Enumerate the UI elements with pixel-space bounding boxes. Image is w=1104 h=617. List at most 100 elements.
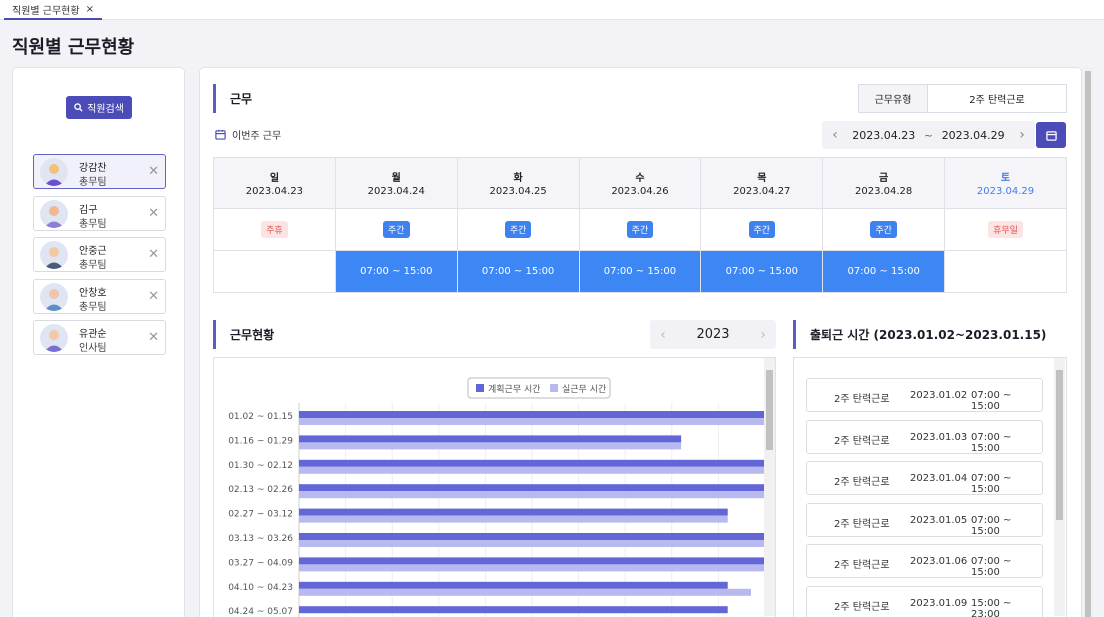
status-badge: 주휴: [261, 221, 288, 238]
day-time-cell[interactable]: 07:00 ~ 15:00: [822, 250, 946, 293]
chevron-right-icon[interactable]: ›: [750, 327, 776, 343]
commute-type: 2주 탄력근로: [834, 477, 890, 489]
day-name: 화: [513, 173, 523, 184]
day-time-cell[interactable]: [213, 250, 336, 293]
status-badge: 휴무일: [988, 221, 1023, 238]
commute-scrollbar[interactable]: [1054, 358, 1065, 616]
day-date: 2023.04.27: [733, 186, 791, 197]
day-tag-cell: 주간: [456, 208, 580, 251]
year-value: 2023: [696, 327, 730, 342]
commute-time: 07:00 ~ 15:00: [971, 514, 1012, 537]
employee-item[interactable]: 김구총무팀 ✕: [33, 195, 166, 231]
day-time-cell[interactable]: 07:00 ~ 15:00: [456, 250, 580, 293]
commute-type: 2주 탄력근로: [834, 602, 890, 613]
avatar: [40, 241, 68, 269]
status-badge: 주간: [626, 221, 654, 238]
legend-swatch: [550, 384, 558, 392]
bar-planned: [299, 459, 765, 467]
close-icon[interactable]: ✕: [148, 164, 159, 179]
commute-row[interactable]: 2주 탄력근로 2023.01.06 07:00 ~ 15:00: [806, 544, 1043, 579]
status-badge: 주간: [382, 221, 410, 238]
search-button-label: 직원검색: [87, 104, 124, 115]
employee-team: 총무팀: [79, 301, 107, 313]
employee-name: 김구: [79, 204, 98, 216]
day-tag-cell: 주휴: [213, 208, 336, 251]
commute-row[interactable]: 2주 탄력근로 2023.01.02 07:00 ~ 15:00: [806, 378, 1043, 412]
bar-actual: [299, 466, 765, 474]
tab-label: 직원별 근무현황: [12, 5, 80, 17]
close-icon[interactable]: ✕: [148, 206, 159, 221]
close-icon[interactable]: ✕: [148, 330, 159, 345]
chevron-left-icon[interactable]: ‹: [822, 127, 848, 143]
day-time-cell[interactable]: 07:00 ~ 15:00: [578, 250, 702, 293]
employee-item[interactable]: 유관순 인사팀 ✕: [33, 320, 166, 355]
bar-actual: [299, 418, 765, 425]
employee-name: 강감찬: [79, 163, 107, 174]
employee-team: 총무팀: [79, 177, 107, 188]
commute-row[interactable]: 2주 탄력근로 2023.01.04 07:00 ~ 15:00: [806, 461, 1043, 496]
commute-row[interactable]: 2주 탄력근로 2023.01.09 15:00 ~ 23:00: [806, 586, 1043, 617]
day-tag-cell: 휴무일: [944, 208, 1067, 251]
employee-item[interactable]: 강감찬총무팀 ✕: [33, 154, 166, 189]
bar-planned: [299, 533, 765, 540]
day-header: 토 2023.04.29: [944, 157, 1067, 209]
commute-row[interactable]: 2주 탄력근로 2023.01.03 07:00 ~ 15:00: [806, 419, 1043, 454]
day-header: 수 2023.04.26: [578, 157, 702, 209]
category-label: 01.16 ~ 01.29: [228, 436, 293, 446]
calendar-icon: [1045, 130, 1057, 141]
close-icon[interactable]: ×: [86, 4, 94, 15]
bar-planned: [299, 508, 728, 516]
day-name: 수: [635, 173, 645, 184]
bar-planned: [299, 411, 765, 418]
week-date-nav: ‹ 2023.04.23 ~ 2023.04.29 ›: [822, 121, 1035, 149]
employee-search-button[interactable]: 직원검색: [66, 96, 132, 119]
search-icon: [74, 103, 83, 112]
close-icon[interactable]: ✕: [148, 247, 159, 262]
category-label: 02.13 ~ 02.26: [228, 485, 293, 495]
this-week-text: 이번주 근무: [232, 131, 282, 142]
work-section-title: 근무: [213, 84, 252, 113]
commute-type: 2주 탄력근로: [834, 560, 890, 572]
page-scrollbar[interactable]: [1083, 67, 1093, 617]
day-name: 월: [391, 173, 401, 184]
commute-row[interactable]: 2주 탄력근로 2023.01.05 07:00 ~ 15:00: [806, 502, 1043, 537]
category-label: 03.27 ~ 04.09: [228, 558, 293, 568]
employee-team: 총무팀: [79, 218, 107, 230]
calendar-button[interactable]: [1036, 122, 1066, 148]
commute-date: 2023.01.06: [910, 556, 968, 568]
chart-scrollbar[interactable]: [764, 358, 775, 616]
day-tag-cell: 주간: [578, 208, 702, 251]
employee-item[interactable]: 안중근 총무팀 ✕: [33, 237, 166, 272]
legend-label: 계획근무 시간: [488, 383, 541, 395]
bar-actual: [299, 588, 752, 596]
day-time-cell[interactable]: [944, 250, 1067, 293]
this-week-label: 이번주 근무: [215, 127, 281, 142]
day-tag-cell: 주간: [334, 208, 458, 251]
tab-employee-status[interactable]: 직원별 근무현황 ×: [4, 0, 102, 20]
commute-time: 07:00 ~ 15:00: [971, 431, 1012, 454]
commute-time: 07:00 ~ 15:00: [971, 473, 1012, 496]
chevron-right-icon[interactable]: ›: [1009, 127, 1035, 143]
employee-name: 안창호: [79, 287, 107, 299]
avatar: [40, 324, 68, 352]
bar-actual: [299, 564, 765, 572]
bar-actual: [299, 491, 765, 499]
range-end: 2023.04.29: [941, 128, 1005, 142]
tab-bar: 직원별 근무현황 ×: [0, 0, 1104, 20]
employee-item[interactable]: 안창호총무팀 ✕: [33, 278, 166, 314]
day-time-cell[interactable]: 07:00 ~ 15:00: [334, 250, 458, 293]
day-time-cell[interactable]: 07:00 ~ 15:00: [700, 250, 824, 293]
commute-list: 2주 탄력근로 2023.01.02 07:00 ~ 15:00 2주 탄력근로 202…: [793, 357, 1067, 617]
work-hours-chart: 계획근무 시간 실근무 시간 01.02 ~ 01.15 01.16 ~ 01.29 0…: [213, 357, 776, 617]
commute-date: 2023.01.05: [910, 514, 968, 526]
chevron-left-icon[interactable]: ‹: [650, 327, 676, 343]
close-icon[interactable]: ✕: [148, 289, 159, 304]
status-badge: 주간: [748, 221, 776, 238]
employee-name: 유관순: [79, 329, 107, 340]
day-header: 일 2023.04.23: [213, 157, 336, 209]
work-type-box: 근무유형 2주 탄력근로: [858, 84, 1067, 113]
legend-label: 실근무 시간: [562, 384, 606, 395]
calendar-icon: [215, 129, 226, 140]
commute-date: 2023.01.04: [910, 473, 968, 485]
commute-date: 2023.01.03: [910, 431, 968, 443]
